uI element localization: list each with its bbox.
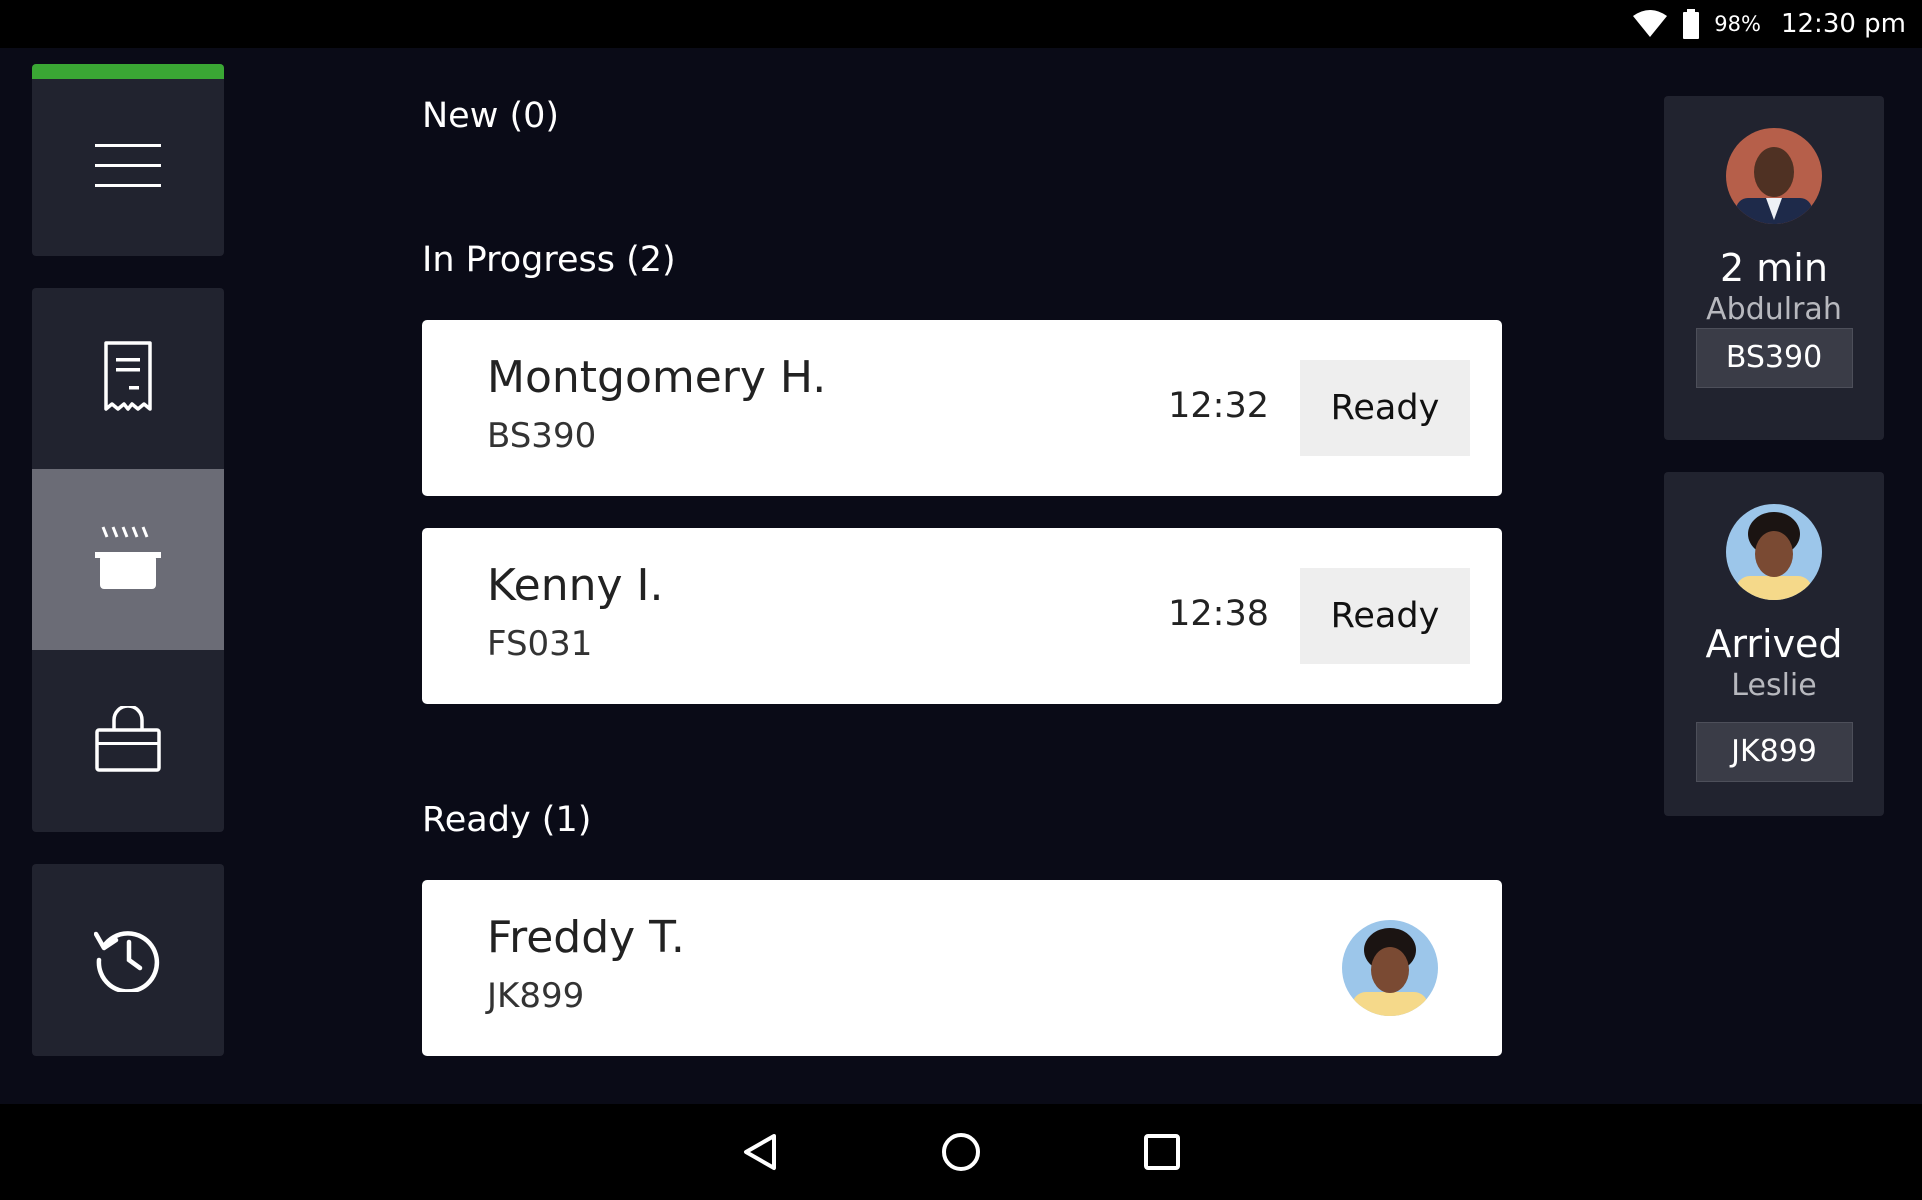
order-code: FS031 — [487, 624, 593, 664]
back-icon[interactable] — [740, 1132, 780, 1176]
menu-button[interactable] — [32, 79, 224, 256]
history-icon — [93, 924, 162, 996]
history-button[interactable] — [32, 864, 224, 1056]
status-bar: 98% 12:30 pm — [0, 0, 1922, 48]
mark-ready-button[interactable]: Ready — [1300, 568, 1470, 664]
order-time: 12:32 — [1168, 386, 1269, 426]
cooking-pot-icon — [95, 525, 161, 595]
shopping-bag-icon — [95, 703, 161, 776]
courier-order-code: BS390 — [1695, 328, 1853, 388]
battery-percentage: 98% — [1714, 12, 1761, 36]
order-code: BS390 — [487, 416, 597, 456]
courier-name: Leslie — [1731, 668, 1817, 703]
recents-icon[interactable] — [1142, 1132, 1182, 1176]
ready-heading: Ready (1) — [422, 800, 592, 840]
menu-icon — [95, 143, 161, 193]
customer-name: Montgomery H. — [487, 352, 827, 403]
receipts-button[interactable] — [32, 288, 224, 469]
pickup-button[interactable] — [32, 650, 224, 831]
courier-status: Arrived — [1705, 622, 1843, 666]
in-progress-heading: In Progress (2) — [422, 240, 676, 280]
order-time: 12:38 — [1168, 594, 1269, 634]
order-card[interactable]: Kenny I. FS031 12:38 Ready — [422, 528, 1502, 704]
home-icon[interactable] — [941, 1132, 981, 1176]
order-code: JK899 — [487, 976, 585, 1016]
courier-card[interactable]: 2 min Abdulrah man BS390 — [1664, 96, 1884, 440]
history-block — [32, 864, 224, 1056]
courier-eta: 2 min — [1720, 246, 1828, 290]
wifi-icon — [1632, 10, 1668, 38]
courier-card[interactable]: Arrived Leslie JK899 — [1664, 472, 1884, 816]
cooking-button[interactable] — [32, 469, 224, 650]
new-orders-heading: New (0) — [422, 96, 560, 136]
courier-name: Abdulrah man — [1706, 292, 1842, 367]
order-card[interactable]: Freddy T. JK899 — [422, 880, 1502, 1056]
status-clock: 12:30 pm — [1780, 9, 1906, 39]
mark-ready-button[interactable]: Ready — [1300, 360, 1470, 456]
customer-name: Freddy T. — [487, 912, 685, 963]
customer-name: Kenny I. — [487, 560, 664, 611]
menu-block — [32, 64, 224, 256]
receipt-icon — [103, 340, 153, 418]
battery-icon — [1682, 9, 1700, 39]
courier-avatar — [1342, 920, 1438, 1020]
courier-order-code: JK899 — [1695, 722, 1853, 782]
online-status-bar — [32, 64, 224, 79]
courier-avatar — [1664, 504, 1884, 604]
order-card[interactable]: Montgomery H. BS390 12:32 Ready — [422, 320, 1502, 496]
courier-avatar — [1664, 128, 1884, 228]
order-views-block — [32, 288, 224, 832]
navigation-bar — [0, 1104, 1922, 1200]
